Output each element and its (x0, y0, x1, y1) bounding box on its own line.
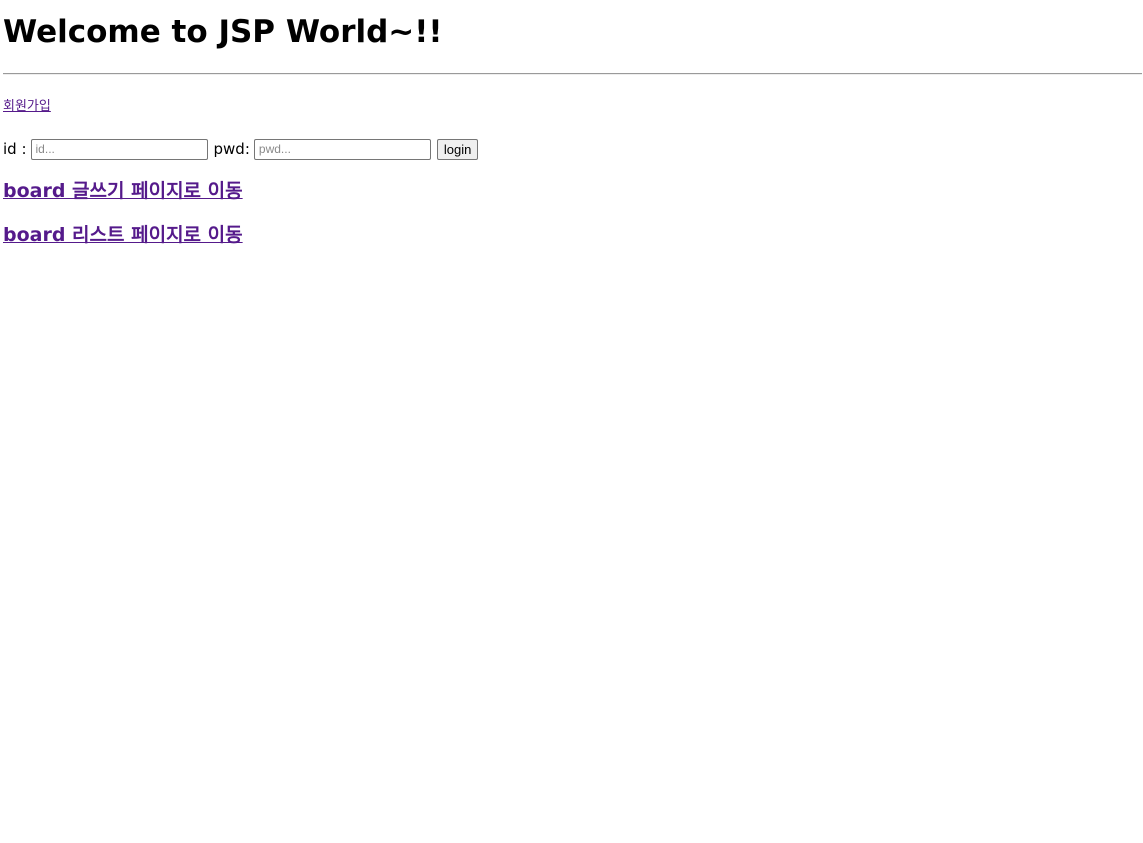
pwd-input[interactable] (253, 138, 431, 160)
login-form: id : pwd: login (3, 137, 479, 161)
pwd-label: pwd: (213, 140, 250, 158)
board-write-link[interactable]: board 글쓰기 페이지로 이동 (3, 178, 243, 204)
page: Welcome to JSP World~!! 회원가입 id : pwd: l… (0, 0, 1143, 843)
page-title: Welcome to JSP World~!! (3, 14, 443, 50)
divider (3, 73, 1142, 75)
signup-link[interactable]: 회원가입 (3, 98, 51, 116)
id-input[interactable] (30, 138, 208, 160)
board-list-link[interactable]: board 리스트 페이지로 이동 (3, 222, 243, 248)
id-label: id : (3, 140, 27, 158)
login-button[interactable]: login (436, 138, 479, 160)
